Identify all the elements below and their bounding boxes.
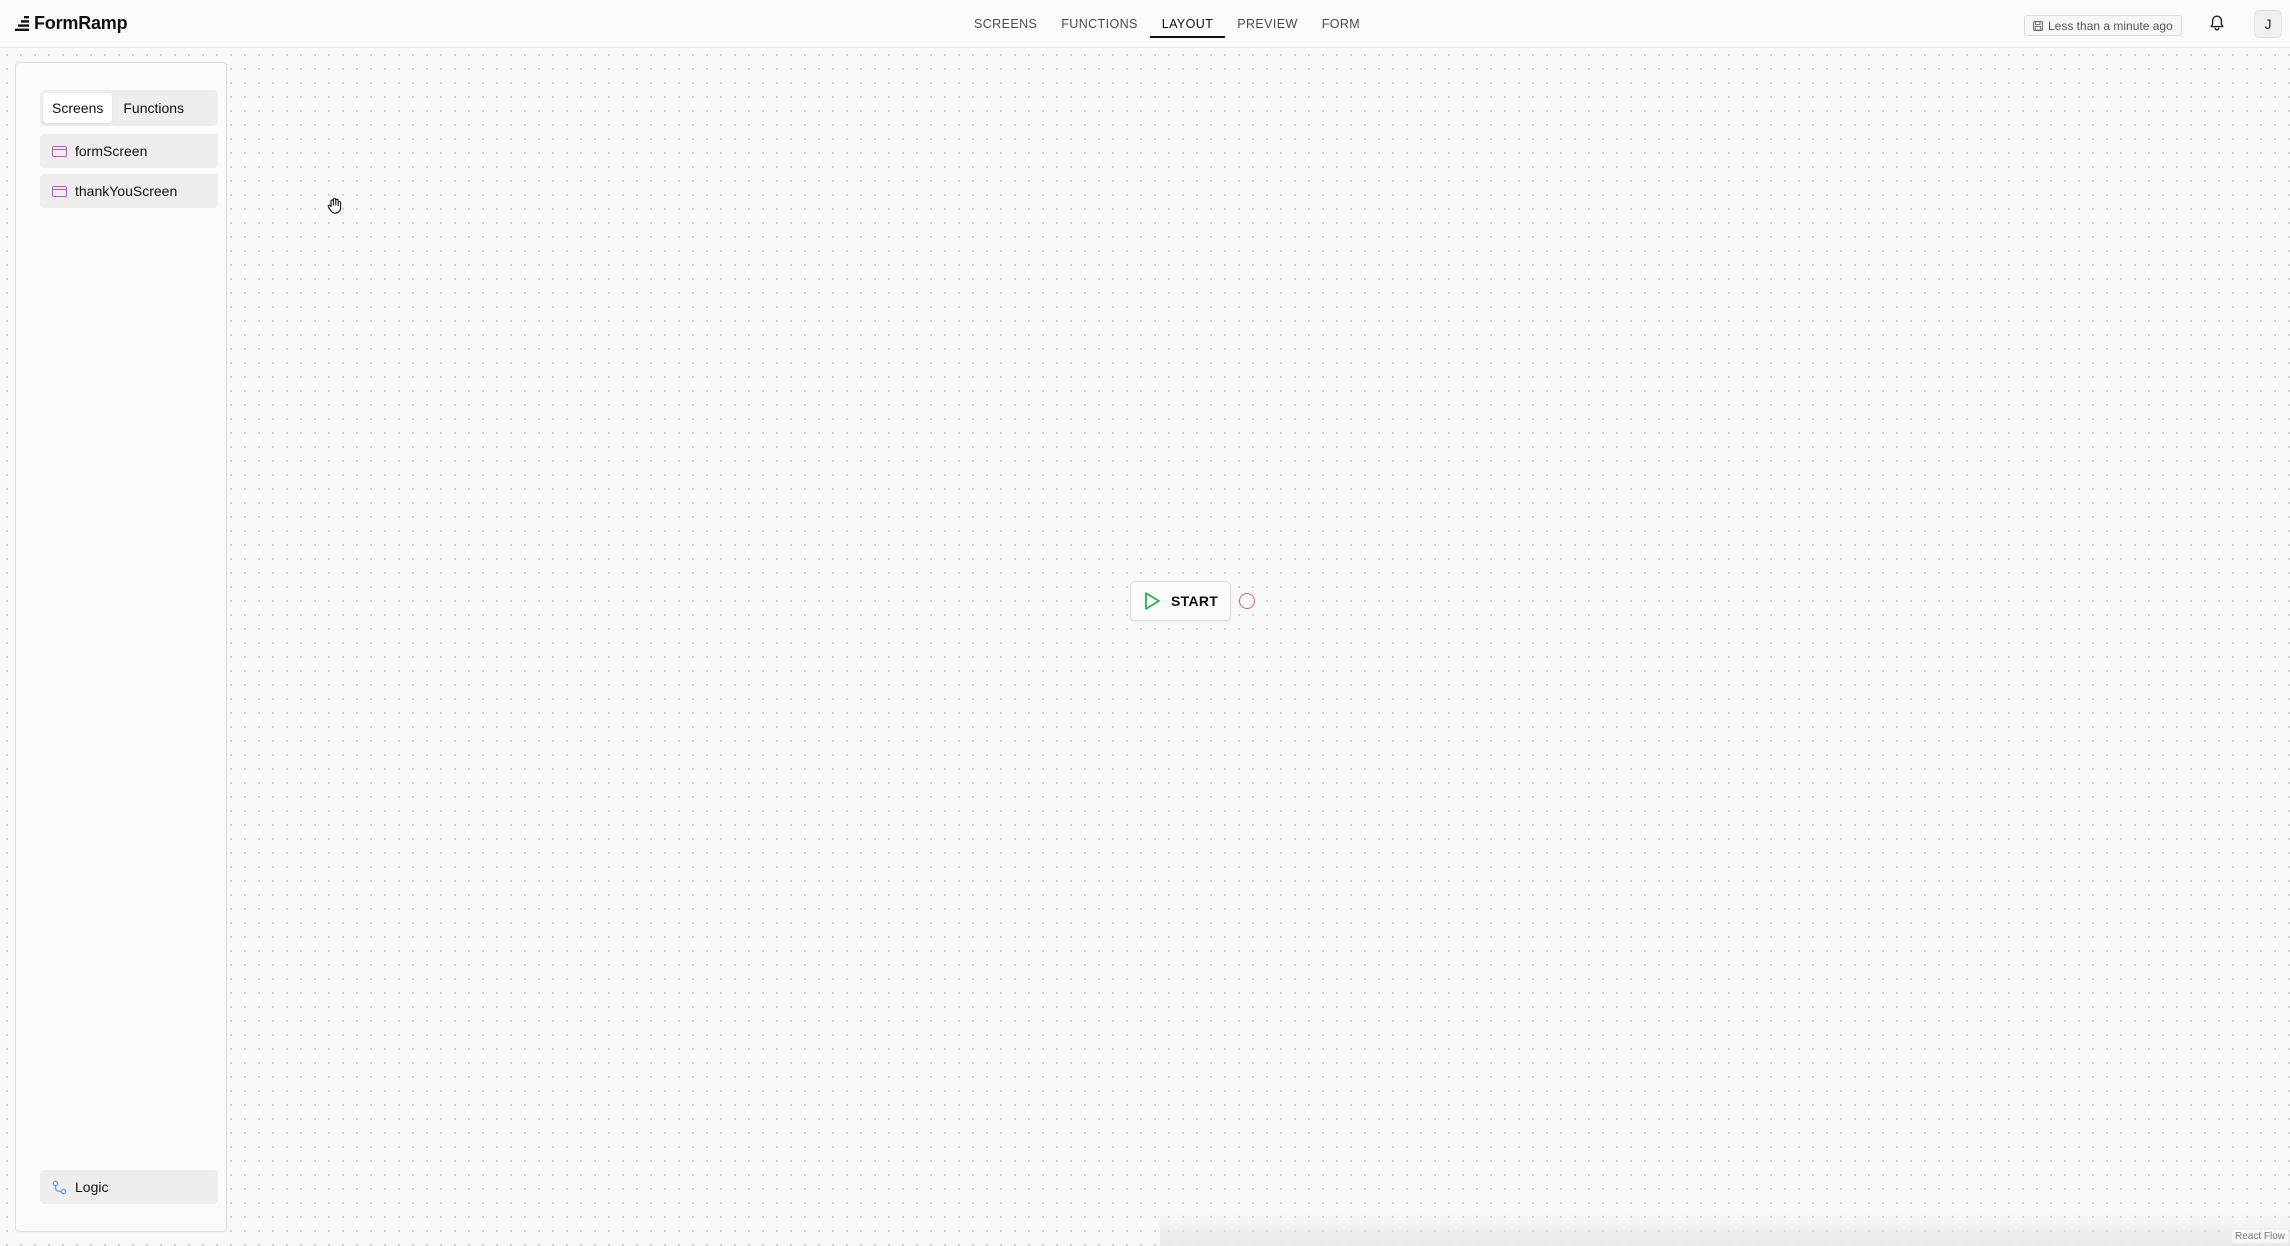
logic-icon bbox=[52, 1180, 67, 1194]
formramp-logo-icon bbox=[15, 15, 29, 31]
tab-functions[interactable]: Functions bbox=[114, 93, 193, 123]
hand-cursor-icon bbox=[327, 197, 342, 214]
save-status-badge[interactable]: Less than a minute ago bbox=[2024, 15, 2182, 36]
nav-form[interactable]: FORM bbox=[1310, 0, 1372, 38]
app-window: FormRamp SCREENS FUNCTIONS LAYOUT PREVIE… bbox=[0, 0, 2290, 1246]
start-node[interactable]: START bbox=[1130, 581, 1231, 621]
brand-logo[interactable]: FormRamp bbox=[15, 11, 128, 35]
flow-canvas[interactable] bbox=[0, 48, 2290, 1246]
nav-functions[interactable]: FUNCTIONS bbox=[1049, 0, 1150, 38]
nav-layout[interactable]: LAYOUT bbox=[1149, 0, 1226, 38]
logic-label: Logic bbox=[75, 1179, 109, 1195]
canvas-bottom-fade bbox=[1160, 1210, 2290, 1246]
save-status-text: Less than a minute ago bbox=[2048, 18, 2173, 33]
bell-icon[interactable] bbox=[2208, 14, 2226, 32]
screen-list: formScreen thankYouScreen bbox=[40, 134, 218, 214]
screen-icon bbox=[52, 185, 67, 197]
screen-item-label: formScreen bbox=[75, 143, 148, 159]
nav-preview[interactable]: PREVIEW bbox=[1225, 0, 1309, 38]
screen-icon bbox=[52, 145, 67, 157]
save-icon bbox=[2033, 20, 2043, 31]
screen-item-formscreen[interactable]: formScreen bbox=[40, 134, 218, 168]
top-bar: FormRamp SCREENS FUNCTIONS LAYOUT PREVIE… bbox=[0, 0, 2290, 48]
left-sidebar: Screens Functions formScreen thankYouScr… bbox=[15, 62, 227, 1232]
brand-name: FormRamp bbox=[34, 12, 128, 33]
tab-screens[interactable]: Screens bbox=[43, 93, 113, 123]
screen-item-thankyouscreen[interactable]: thankYouScreen bbox=[40, 174, 218, 208]
play-icon bbox=[1145, 592, 1160, 610]
start-node-source-handle[interactable] bbox=[1239, 593, 1255, 609]
nav-screens[interactable]: SCREENS bbox=[962, 0, 1049, 38]
start-node-label: START bbox=[1171, 593, 1219, 609]
main-nav: SCREENS FUNCTIONS LAYOUT PREVIEW FORM bbox=[962, 0, 1372, 48]
screen-item-label: thankYouScreen bbox=[75, 183, 178, 199]
react-flow-attribution[interactable]: React Flow bbox=[2231, 1230, 2288, 1243]
user-avatar[interactable]: J bbox=[2254, 10, 2282, 38]
logic-button[interactable]: Logic bbox=[40, 1170, 218, 1204]
sidebar-tabs: Screens Functions bbox=[40, 90, 218, 126]
